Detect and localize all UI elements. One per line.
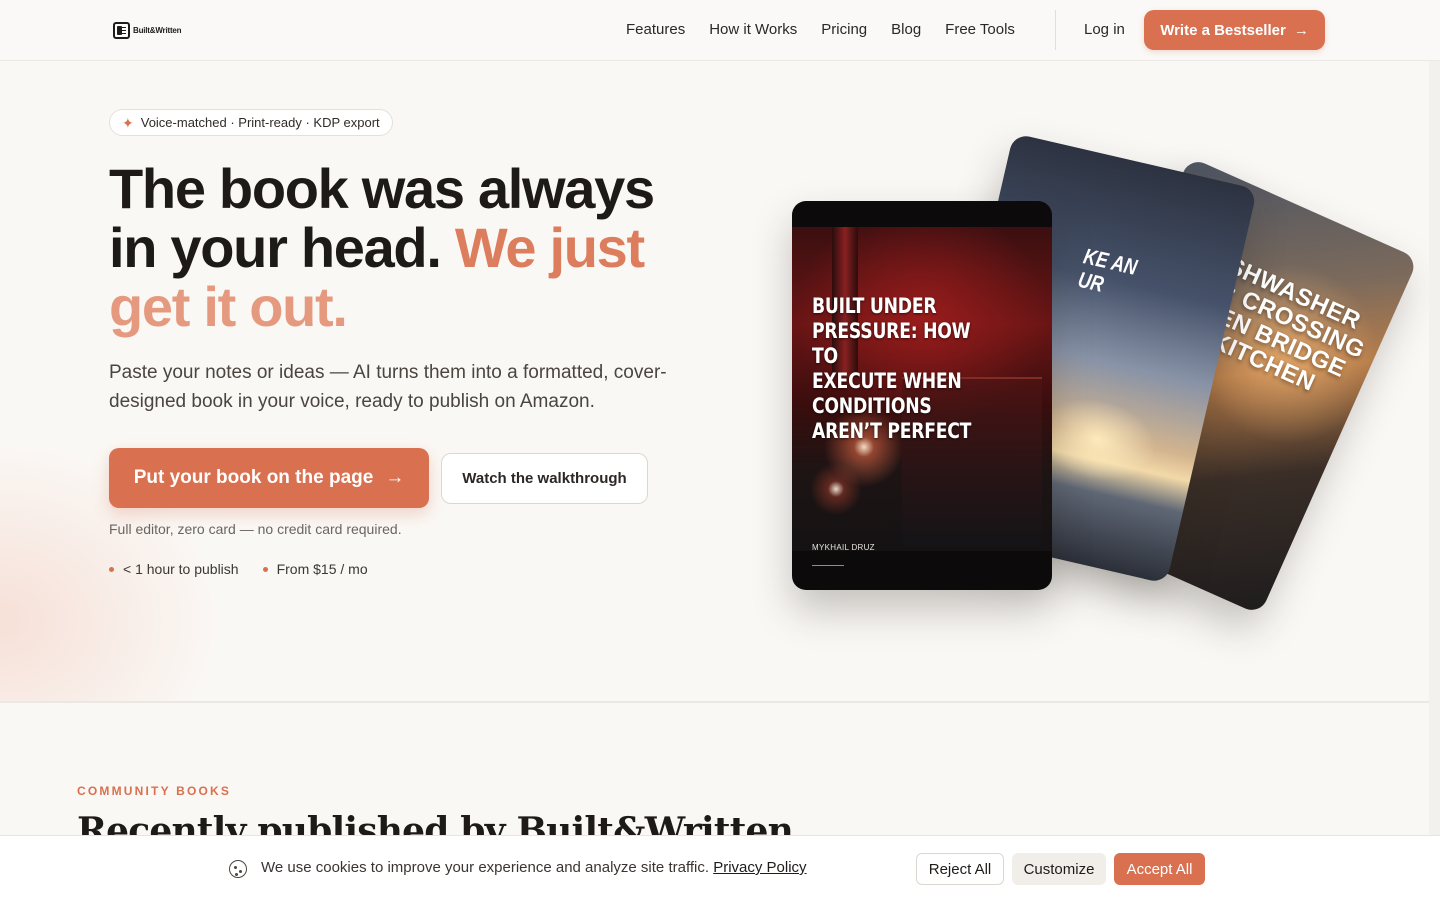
privacy-policy-link[interactable]: Privacy Policy [713, 859, 806, 876]
login-link[interactable]: Log in [1084, 19, 1125, 41]
nav-link-blog[interactable]: Blog [879, 19, 933, 41]
book-mid-title: KE AN UR [1075, 243, 1140, 297]
bullet-dot-icon [262, 566, 268, 572]
nav-link-free-tools[interactable]: Free Tools [933, 19, 1027, 41]
cookie-banner: We use cookies to improve your experienc… [0, 835, 1440, 900]
primary-cta-label: Put your book on the page [133, 467, 374, 488]
top-nav: Built&Written Features How it Works Pric… [0, 0, 1440, 61]
community-label: COMMUNITY BOOKS [77, 784, 232, 798]
nav-links: Features How it Works Pricing Blog Free … [614, 19, 1027, 41]
bullet-dot-icon [109, 566, 114, 572]
nav-divider [1055, 10, 1056, 50]
write-bestseller-label: Write a Bestseller [1160, 21, 1286, 39]
hero-section: ✦ Voice-matched · Print-ready · KDP expo… [0, 61, 1440, 703]
badge-text: Voice-matched · Print-ready · KDP export [140, 115, 380, 130]
accept-all-button[interactable]: Accept All [1114, 853, 1205, 885]
book-logo-icon [113, 22, 130, 39]
fact-item: From $15 / mo [262, 561, 368, 577]
sparkle-icon: ✦ [122, 114, 134, 131]
fact-publish-time: < 1 hour to publish [123, 561, 239, 577]
arrow-right-icon: → [385, 467, 405, 488]
hero-subhead: Paste your notes or ideas — AI turns the… [109, 362, 667, 412]
write-bestseller-button[interactable]: Write a Bestseller → [1144, 10, 1325, 50]
watch-walkthrough-button[interactable]: Watch the walkthrough [441, 453, 648, 504]
headline-accent-2: get it out. [109, 275, 348, 338]
nav-link-features[interactable]: Features [614, 19, 697, 41]
logo-text: Built&Written [133, 26, 182, 35]
cookie-text: We use cookies to improve your experienc… [261, 859, 807, 876]
nav-link-pricing[interactable]: Pricing [809, 19, 879, 41]
cookie-message: We use cookies to improve your experienc… [261, 859, 710, 876]
nav-link-how-it-works[interactable]: How it Works [697, 19, 809, 41]
fineprint: Full editor, zero card — no credit card … [109, 521, 402, 537]
book-front-title: Built under pressure: How to execute whe… [812, 294, 972, 443]
cookie-icon [229, 860, 247, 878]
hero-facts: < 1 hour to publish From $15 / mo [109, 561, 368, 577]
logo[interactable]: Built&Written [113, 21, 182, 40]
customize-button[interactable]: Customize [1012, 853, 1106, 885]
reject-all-button[interactable]: Reject All [916, 853, 1004, 885]
book-cover-front: Built under pressure: How to execute whe… [792, 201, 1052, 590]
scrollbar[interactable] [1429, 0, 1440, 900]
fact-price: From $15 / mo [276, 561, 368, 577]
hero-headline: The book was always in your head. We jus… [109, 159, 709, 336]
book-covers: ISHWASHER K: CROSSING DEN BRIDGE Y KITCH… [760, 133, 1419, 671]
headline-accent-1: We just [454, 216, 645, 279]
book-front-author: MYKHAIL DRUZ [812, 543, 875, 552]
fact-item: < 1 hour to publish [109, 561, 239, 577]
book-rule [812, 565, 844, 566]
put-book-on-page-button[interactable]: Put your book on the page → [109, 448, 429, 508]
feature-badge: ✦ Voice-matched · Print-ready · KDP expo… [109, 109, 393, 136]
arrow-right-icon: → [1293, 21, 1309, 39]
